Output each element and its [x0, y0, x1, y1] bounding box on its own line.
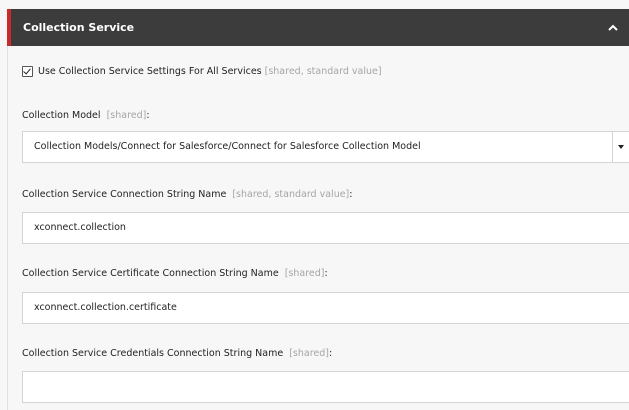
collection-model-value: Collection Models/Connect for Salesforce…: [34, 141, 421, 152]
certificate-connection-string-label: Collection Service Certificate Connectio…: [22, 268, 328, 279]
field-label-meta: [shared]: [106, 110, 147, 121]
field-label-suffix: :: [329, 348, 333, 359]
caret-down-icon[interactable]: [612, 132, 629, 162]
use-collection-settings-row: Use Collection Service Settings For All …: [22, 63, 382, 79]
field-label-text: Collection Service Certificate Connectio…: [22, 268, 279, 279]
section-left-border: [7, 46, 8, 410]
field-label-suffix: :: [146, 110, 150, 121]
connection-string-name-label: Collection Service Connection String Nam…: [22, 189, 352, 200]
field-label-text: Collection Service Connection String Nam…: [22, 189, 227, 200]
chevron-up-icon[interactable]: [601, 9, 625, 46]
checkbox-label: Use Collection Service Settings For All …: [38, 65, 262, 77]
section-header[interactable]: Collection Service: [7, 9, 629, 46]
field-label-text: Collection Service Credentials Connectio…: [22, 348, 284, 359]
use-collection-settings-checkbox[interactable]: [22, 65, 33, 77]
credentials-connection-string-label: Collection Service Credentials Connectio…: [22, 348, 332, 359]
checkbox-meta: [shared, standard value]: [264, 65, 382, 77]
collection-model-select[interactable]: Collection Models/Connect for Salesforce…: [22, 131, 629, 163]
field-label-meta: [shared]: [289, 348, 329, 359]
connection-string-name-input[interactable]: xconnect.collection: [22, 212, 629, 244]
credentials-connection-string-input[interactable]: [22, 371, 629, 403]
field-label-suffix: :: [349, 189, 353, 200]
collection-service-section: Collection Service Use Collection Servic…: [0, 0, 629, 410]
certificate-connection-string-value: xconnect.collection.certificate: [34, 302, 177, 313]
field-label-meta: [shared]: [284, 268, 325, 279]
field-label-text: Collection Model: [22, 110, 101, 121]
section-title: Collection Service: [23, 21, 135, 34]
connection-string-name-value: xconnect.collection: [34, 222, 126, 233]
field-label-suffix: :: [324, 268, 328, 279]
collection-model-label: Collection Model [shared]:: [22, 110, 150, 121]
certificate-connection-string-input[interactable]: xconnect.collection.certificate: [22, 292, 629, 324]
field-label-meta: [shared, standard value]: [232, 189, 350, 200]
